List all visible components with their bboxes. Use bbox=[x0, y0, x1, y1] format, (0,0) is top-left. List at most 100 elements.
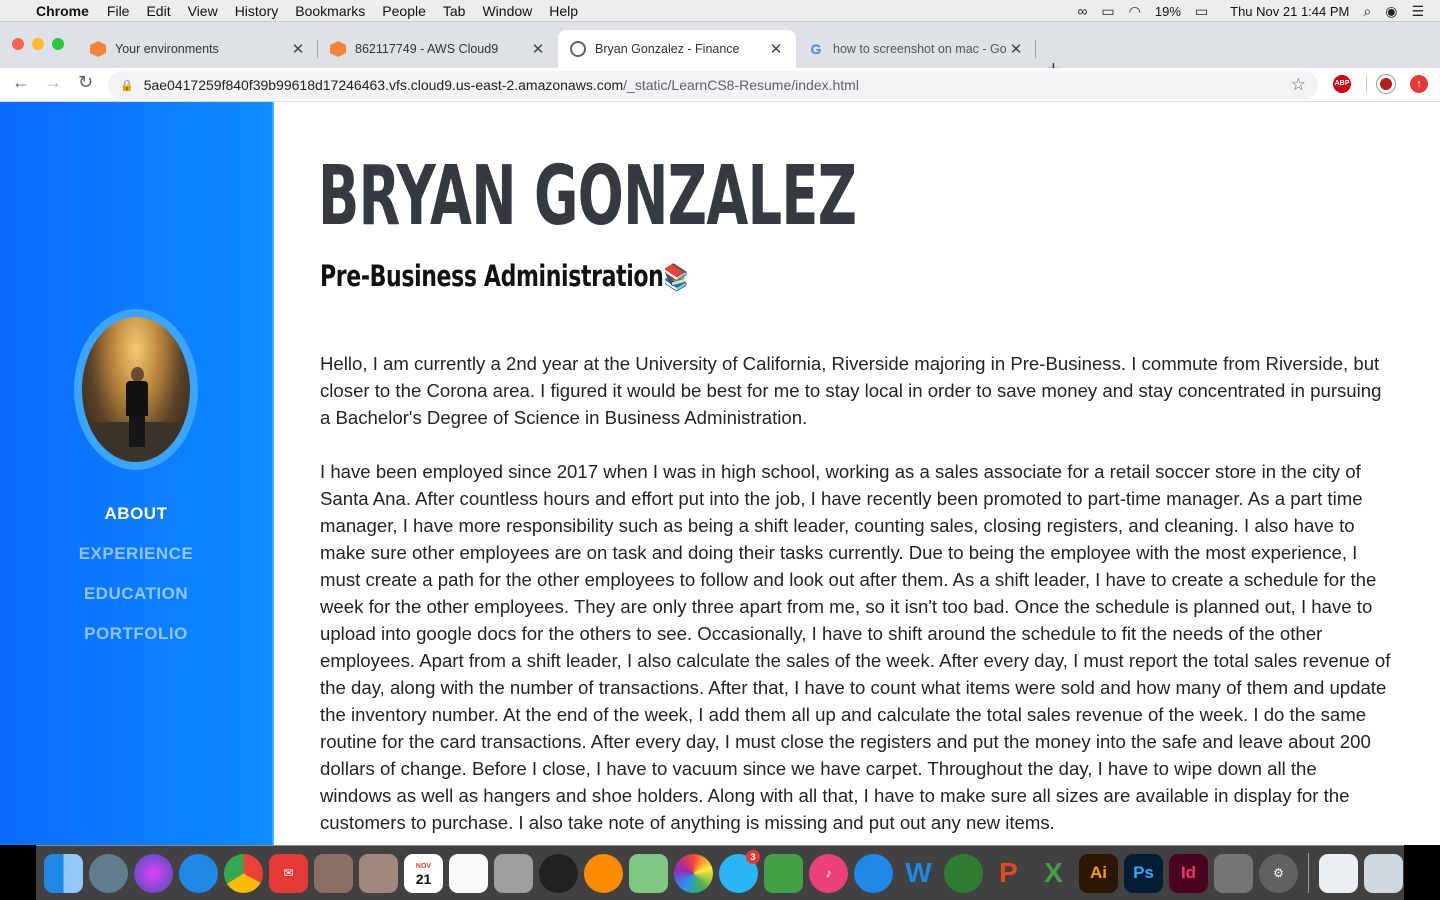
siri-icon[interactable]: ◉ bbox=[1385, 3, 1397, 20]
photo-torso bbox=[126, 381, 148, 416]
powerpoint-icon[interactable]: P bbox=[989, 854, 1028, 893]
close-tab-icon[interactable]: ✕ bbox=[1006, 40, 1026, 58]
nav-about[interactable]: ABOUT bbox=[0, 494, 272, 534]
profile-photo bbox=[74, 309, 198, 470]
calculator-icon[interactable] bbox=[494, 853, 533, 893]
forward-arrow-icon[interactable]: → bbox=[44, 72, 62, 93]
resume-page: ABOUT EXPERIENCE EDUCATION PORTFOLIO BRY… bbox=[0, 102, 1440, 845]
messages-icon[interactable]: 3 bbox=[719, 849, 760, 893]
system-preferences-icon[interactable]: ⚙ bbox=[1259, 853, 1298, 893]
extension-upload-icon[interactable]: ↑ bbox=[1410, 75, 1428, 93]
nav-experience[interactable]: EXPERIENCE bbox=[0, 534, 272, 574]
tab-google-search[interactable]: G how to screenshot on mac - Go ✕ bbox=[796, 30, 1036, 68]
tab-title: 862117749 - AWS Cloud9 bbox=[355, 42, 499, 56]
illustrator-icon[interactable]: Ai bbox=[1079, 853, 1118, 893]
wifi-icon[interactable]: ◠ bbox=[1129, 3, 1141, 20]
aws-cube-icon bbox=[90, 41, 106, 57]
google-icon: G bbox=[810, 41, 822, 57]
word-icon[interactable]: W bbox=[899, 854, 938, 893]
notification-center-icon[interactable]: ☰ bbox=[1411, 3, 1424, 20]
tab-your-environments[interactable]: Your environments ✕ bbox=[78, 30, 318, 68]
sidebar: ABOUT EXPERIENCE EDUCATION PORTFOLIO bbox=[0, 102, 274, 845]
image-capture-icon[interactable] bbox=[1214, 853, 1253, 893]
maps-icon[interactable] bbox=[629, 853, 668, 893]
preview-icon[interactable] bbox=[314, 853, 353, 893]
adblock-plus-icon[interactable]: ABP bbox=[1333, 75, 1351, 93]
photo-person bbox=[126, 367, 148, 447]
photo-legs bbox=[129, 415, 145, 447]
tab-title: how to screenshot on mac - Go bbox=[833, 42, 1006, 56]
mail-app-icon[interactable]: ✉ bbox=[269, 853, 308, 893]
resume-subtitle: Pre-Business Administration📚 bbox=[320, 259, 688, 293]
photoshop-icon[interactable]: Ps bbox=[1124, 853, 1163, 893]
menu-edit[interactable]: Edit bbox=[146, 3, 170, 19]
menu-history[interactable]: History bbox=[235, 3, 279, 19]
photo-head bbox=[131, 367, 144, 382]
menu-file[interactable]: File bbox=[107, 3, 130, 19]
network-app-icon[interactable] bbox=[944, 853, 983, 893]
close-tab-icon[interactable]: ✕ bbox=[288, 40, 308, 58]
menu-view[interactable]: View bbox=[188, 3, 218, 19]
siri-dock-icon[interactable] bbox=[134, 853, 173, 893]
url-host: 5ae0417259f840f39b99618d17246463.vfs.clo… bbox=[143, 77, 624, 93]
battery-icon[interactable]: ▭ bbox=[1195, 3, 1208, 20]
excel-icon[interactable]: X bbox=[1034, 854, 1073, 893]
close-window-button[interactable] bbox=[12, 38, 24, 50]
nav-portfolio[interactable]: PORTFOLIO bbox=[0, 614, 272, 654]
dock-divider bbox=[1308, 853, 1309, 893]
downloads-stack-icon[interactable] bbox=[1319, 853, 1358, 893]
tab-strip: Your environments ✕ 862117749 - AWS Clou… bbox=[0, 22, 1440, 81]
menu-tab[interactable]: Tab bbox=[443, 3, 466, 19]
menu-people[interactable]: People bbox=[382, 3, 426, 19]
airplay-icon[interactable]: ▭ bbox=[1101, 3, 1114, 20]
tab-title: Your environments bbox=[115, 42, 219, 56]
aws-cube-icon bbox=[330, 41, 346, 57]
spotlight-search-icon[interactable]: ⌕ bbox=[1363, 3, 1371, 20]
close-tab-icon[interactable]: ✕ bbox=[528, 40, 548, 58]
fullscreen-window-button[interactable] bbox=[52, 38, 64, 50]
calendar-icon[interactable]: NOV 21 bbox=[404, 853, 443, 893]
close-tab-icon[interactable]: ✕ bbox=[766, 40, 786, 58]
tab-aws-cloud9[interactable]: 862117749 - AWS Cloud9 ✕ bbox=[318, 30, 558, 68]
reload-icon[interactable]: ↻ bbox=[78, 72, 93, 93]
books-app-icon[interactable] bbox=[584, 853, 623, 893]
address-bar[interactable]: 🔒 5ae0417259f840f39b99618d17246463.vfs.c… bbox=[108, 71, 1318, 99]
browser-toolbar: ← → ↻ 🔒 5ae0417259f840f39b99618d17246463… bbox=[0, 68, 1440, 102]
safari-icon[interactable] bbox=[179, 853, 218, 893]
creative-cloud-icon[interactable]: ∞ bbox=[1077, 3, 1087, 19]
menu-bookmarks[interactable]: Bookmarks bbox=[295, 3, 365, 19]
reminders-icon[interactable] bbox=[449, 853, 488, 893]
sidebar-nav: ABOUT EXPERIENCE EDUCATION PORTFOLIO bbox=[0, 494, 272, 654]
clock[interactable]: Thu Nov 21 1:44 PM bbox=[1230, 4, 1349, 19]
facetime-icon[interactable] bbox=[764, 853, 803, 893]
tab-divider bbox=[1035, 40, 1036, 58]
macos-dock: ✉ NOV 21 3 ♪ W P X Ai Ps Id ⚙ bbox=[36, 845, 1404, 900]
menu-help[interactable]: Help bbox=[549, 3, 578, 19]
finder-icon[interactable] bbox=[44, 853, 83, 893]
menu-window[interactable]: Window bbox=[482, 3, 532, 19]
profile-avatar-icon[interactable] bbox=[1377, 75, 1395, 93]
contacts-icon[interactable] bbox=[359, 853, 398, 893]
nav-education[interactable]: EDUCATION bbox=[0, 574, 272, 614]
about-paragraph-2: I have been employed since 2017 when I w… bbox=[320, 461, 1391, 833]
minimize-window-button[interactable] bbox=[32, 38, 44, 50]
resume-name: BRYAN GONZALEZ bbox=[318, 149, 857, 244]
calendar-day: 21 bbox=[415, 871, 432, 887]
itunes-icon[interactable]: ♪ bbox=[809, 853, 848, 893]
bookmark-star-icon[interactable]: ☆ bbox=[1291, 75, 1306, 95]
launchpad-icon[interactable] bbox=[89, 853, 128, 893]
photos-icon[interactable] bbox=[674, 853, 713, 893]
activity-monitor-icon[interactable] bbox=[539, 853, 578, 893]
indesign-icon[interactable]: Id bbox=[1169, 853, 1208, 893]
about-paragraph-1: Hello, I am currently a 2nd year at the … bbox=[320, 353, 1382, 428]
back-arrow-icon[interactable]: ← bbox=[12, 72, 30, 93]
books-emoji-icon: 📚 bbox=[663, 263, 688, 293]
toolbar-divider bbox=[1366, 75, 1367, 93]
trash-icon[interactable] bbox=[1364, 853, 1403, 893]
chrome-icon[interactable] bbox=[224, 853, 263, 893]
tab-bryan-gonzalez-finance[interactable]: Bryan Gonzalez - Finance ✕ bbox=[558, 30, 796, 68]
app-menu-chrome[interactable]: Chrome bbox=[36, 3, 89, 19]
lock-icon[interactable]: 🔒 bbox=[120, 79, 134, 92]
app-store-icon[interactable] bbox=[854, 853, 893, 893]
url-path: /_static/LearnCS8-Resume/index.html bbox=[623, 77, 859, 93]
